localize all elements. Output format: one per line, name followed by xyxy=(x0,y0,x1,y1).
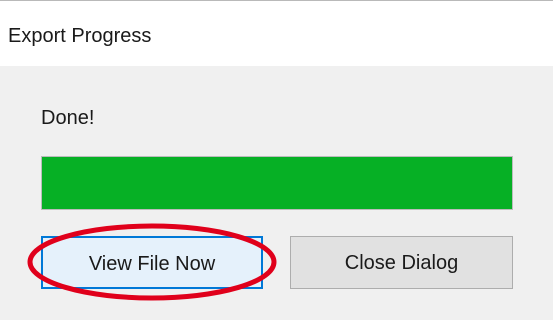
export-progress-dialog: Export Progress Done! View File Now Clos… xyxy=(0,0,553,320)
progress-bar xyxy=(41,156,513,210)
status-text: Done! xyxy=(41,107,95,129)
dialog-titlebar[interactable]: Export Progress xyxy=(0,1,553,66)
view-file-now-button[interactable]: View File Now xyxy=(41,236,263,289)
close-dialog-button[interactable]: Close Dialog xyxy=(290,236,513,289)
dialog-body: Done! View File Now Close Dialog xyxy=(0,66,553,320)
dialog-title: Export Progress xyxy=(8,25,152,47)
progress-bar-fill xyxy=(42,157,512,209)
